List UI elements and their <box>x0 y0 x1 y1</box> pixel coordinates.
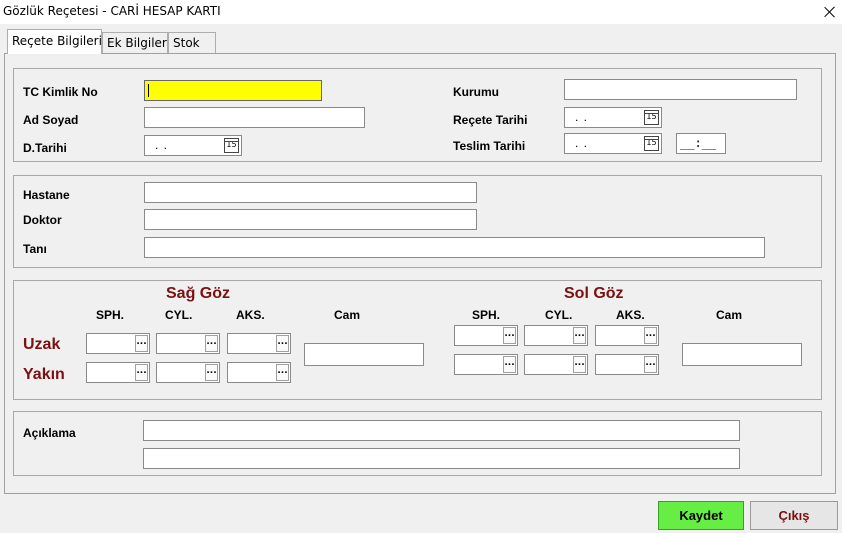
tani-input[interactable] <box>144 237 765 258</box>
aciklama-input-2[interactable] <box>143 448 740 469</box>
aciklama-label: Açıklama <box>23 426 76 440</box>
teslim-tarihi-value: . . <box>575 136 589 150</box>
kurumu-label: Kurumu <box>453 85 499 99</box>
ellipsis-icon[interactable]: ... <box>205 364 218 381</box>
sol-uzak-aks-combo[interactable]: ... <box>595 325 659 346</box>
sag-sph-header: SPH. <box>96 308 125 322</box>
sol-cam-header: Cam <box>716 308 743 322</box>
close-icon[interactable] <box>818 0 842 24</box>
sol-yakin-sph-combo[interactable]: ... <box>454 354 518 375</box>
sag-cam-input[interactable] <box>304 343 424 366</box>
sag-yakin-sph-combo[interactable]: ... <box>86 362 150 383</box>
recete-tarihi-input[interactable]: . . 15 <box>564 107 662 128</box>
ellipsis-icon[interactable]: ... <box>276 335 289 352</box>
ellipsis-icon[interactable]: ... <box>503 356 516 373</box>
sol-aks-header: AKS. <box>616 308 645 322</box>
aciklama-input-1[interactable] <box>143 420 740 441</box>
ad-soyad-input[interactable] <box>144 107 365 128</box>
calendar-icon[interactable]: 15 <box>224 138 239 153</box>
title-bar: Gözlük Reçetesi - CARİ HESAP KARTI <box>0 0 842 24</box>
sol-cam-input[interactable] <box>682 343 802 366</box>
sol-goz-title: Sol Göz <box>564 285 624 302</box>
ellipsis-icon[interactable]: ... <box>135 335 148 352</box>
sol-uzak-sph-combo[interactable]: ... <box>454 325 518 346</box>
ellipsis-icon[interactable]: ... <box>573 327 586 344</box>
sag-yakin-cyl-combo[interactable]: ... <box>156 362 220 383</box>
doktor-label: Doktor <box>23 213 62 227</box>
ellipsis-icon[interactable]: ... <box>135 364 148 381</box>
sol-uzak-cyl-combo[interactable]: ... <box>524 325 588 346</box>
ad-soyad-label: Ad Soyad <box>23 113 79 127</box>
kurumu-input[interactable] <box>564 79 797 100</box>
sag-cyl-header: CYL. <box>165 308 193 322</box>
ellipsis-icon[interactable]: ... <box>573 356 586 373</box>
teslim-tarihi-input[interactable]: . . 15 <box>564 133 662 154</box>
ellipsis-icon[interactable]: ... <box>205 335 218 352</box>
dtarihi-input[interactable]: . . 15 <box>144 135 242 156</box>
sag-uzak-cyl-combo[interactable]: ... <box>156 333 220 354</box>
recete-tarihi-label: Reçete Tarihi <box>453 113 528 127</box>
sag-cam-header: Cam <box>334 308 361 322</box>
tc-input[interactable] <box>144 80 322 101</box>
calendar-icon[interactable]: 15 <box>644 110 659 125</box>
calendar-icon[interactable]: 15 <box>644 136 659 151</box>
ellipsis-icon[interactable]: ... <box>644 327 657 344</box>
sag-aks-header: AKS. <box>236 308 265 322</box>
teslim-tarihi-label: Teslim Tarihi <box>453 139 526 153</box>
uzak-label: Uzak <box>23 336 61 353</box>
ellipsis-icon[interactable]: ... <box>644 356 657 373</box>
sag-yakin-aks-combo[interactable]: ... <box>227 362 291 383</box>
window-title: Gözlük Reçetesi - CARİ HESAP KARTI <box>3 4 221 18</box>
hastane-input[interactable] <box>144 182 477 203</box>
save-button[interactable]: Kaydet <box>658 501 744 530</box>
ellipsis-icon[interactable]: ... <box>276 364 289 381</box>
sag-uzak-sph-combo[interactable]: ... <box>86 333 150 354</box>
tc-label: TC Kimlik No <box>23 85 98 99</box>
sag-uzak-aks-combo[interactable]: ... <box>227 333 291 354</box>
sol-yakin-cyl-combo[interactable]: ... <box>524 354 588 375</box>
ellipsis-icon[interactable]: ... <box>503 327 516 344</box>
dtarihi-value: . . <box>155 138 169 152</box>
recete-tarihi-value: . . <box>575 110 589 124</box>
teslim-saat-input[interactable]: __:__ <box>676 133 726 154</box>
tani-label: Tanı <box>23 242 47 256</box>
tab-recete-bilgileri[interactable]: Reçete Bilgileri <box>7 29 102 54</box>
tab-ek-bilgiler[interactable]: Ek Bilgiler <box>102 32 168 53</box>
hastane-label: Hastane <box>23 188 70 202</box>
sol-sph-header: SPH. <box>472 308 501 322</box>
yakin-label: Yakın <box>23 366 65 383</box>
sol-yakin-aks-combo[interactable]: ... <box>595 354 659 375</box>
dtarihi-label: D.Tarihi <box>23 141 67 155</box>
exit-button[interactable]: Çıkış <box>750 501 838 530</box>
doktor-input[interactable] <box>144 209 477 230</box>
tab-stok[interactable]: Stok <box>168 32 216 53</box>
sol-cyl-header: CYL. <box>545 308 573 322</box>
sag-goz-title: Sağ Göz <box>166 285 231 302</box>
